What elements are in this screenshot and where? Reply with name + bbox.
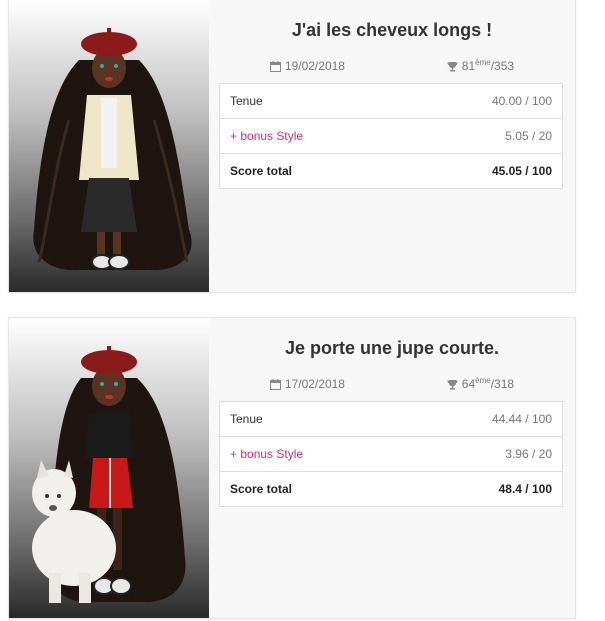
look-title: Je porte une jupe courte. bbox=[284, 338, 500, 358]
bonus-value: 5.05 / 20 bbox=[403, 118, 563, 154]
score-row-outfit: Tenue 44.44 / 100 bbox=[220, 402, 563, 437]
look-date: 17/02/2018 bbox=[269, 377, 345, 391]
score-row-bonus: + bonus Style 5.05 / 20 bbox=[219, 118, 563, 154]
bonus-value: 3.96 / 20 bbox=[403, 436, 563, 472]
look-title: J'ai les cheveux longs ! bbox=[291, 20, 493, 40]
rank-suffix: ème bbox=[475, 376, 491, 385]
avatar-illustration bbox=[32, 346, 186, 603]
avatar-image[interactable] bbox=[9, 318, 209, 618]
total-value: 48.4 / 100 bbox=[403, 471, 563, 507]
look-meta: 17/02/2018 64ème/318 bbox=[219, 376, 565, 392]
total-label: Score total bbox=[219, 153, 404, 189]
look-card: J'ai les cheveux longs ! 19/02/2018 81èm… bbox=[8, 0, 576, 293]
outfit-label: Tenue bbox=[230, 94, 263, 108]
score-row-bonus: + bonus Style 3.96 / 20 bbox=[219, 436, 563, 472]
trophy-icon bbox=[447, 61, 458, 71]
bonus-label[interactable]: + bonus Style bbox=[219, 436, 404, 472]
avatar-illustration bbox=[33, 28, 192, 271]
total-value: 45.05 / 100 bbox=[403, 153, 563, 189]
score-row-outfit: Tenue 40.00 / 100 bbox=[220, 84, 563, 119]
rank-suffix: ème bbox=[475, 58, 491, 67]
score-row-total: Score total 48.4 / 100 bbox=[219, 471, 563, 507]
bonus-label[interactable]: + bonus Style bbox=[219, 118, 404, 154]
outfit-value: 44.44 / 100 bbox=[491, 412, 552, 426]
rank-total: /353 bbox=[490, 59, 515, 73]
outfit-label: Tenue bbox=[230, 412, 263, 426]
rank-total: /318 bbox=[490, 377, 515, 391]
score-table: Tenue 44.44 / 100 + bonus Style 3.96 / 2… bbox=[219, 401, 563, 507]
look-rank: 81ème/353 bbox=[447, 58, 515, 73]
score-row-total: Score total 45.05 / 100 bbox=[219, 153, 563, 189]
rank-number: 81 bbox=[461, 59, 476, 73]
look-meta: 19/02/2018 81ème/353 bbox=[219, 58, 565, 74]
calendar-icon bbox=[269, 378, 281, 390]
total-label: Score total bbox=[219, 471, 404, 507]
score-table: Tenue 40.00 / 100 + bonus Style 5.05 / 2… bbox=[219, 83, 563, 189]
avatar-image[interactable] bbox=[9, 0, 209, 292]
date-text: 19/02/2018 bbox=[284, 59, 345, 73]
trophy-icon bbox=[447, 379, 458, 389]
look-card: Je porte une jupe courte. 17/02/2018 64è… bbox=[8, 317, 576, 619]
rank-number: 64 bbox=[461, 377, 476, 391]
date-text: 17/02/2018 bbox=[284, 377, 345, 391]
look-date: 19/02/2018 bbox=[269, 59, 345, 73]
look-rank: 64ème/318 bbox=[447, 376, 515, 391]
calendar-icon bbox=[269, 60, 281, 72]
outfit-value: 40.00 / 100 bbox=[491, 94, 552, 108]
